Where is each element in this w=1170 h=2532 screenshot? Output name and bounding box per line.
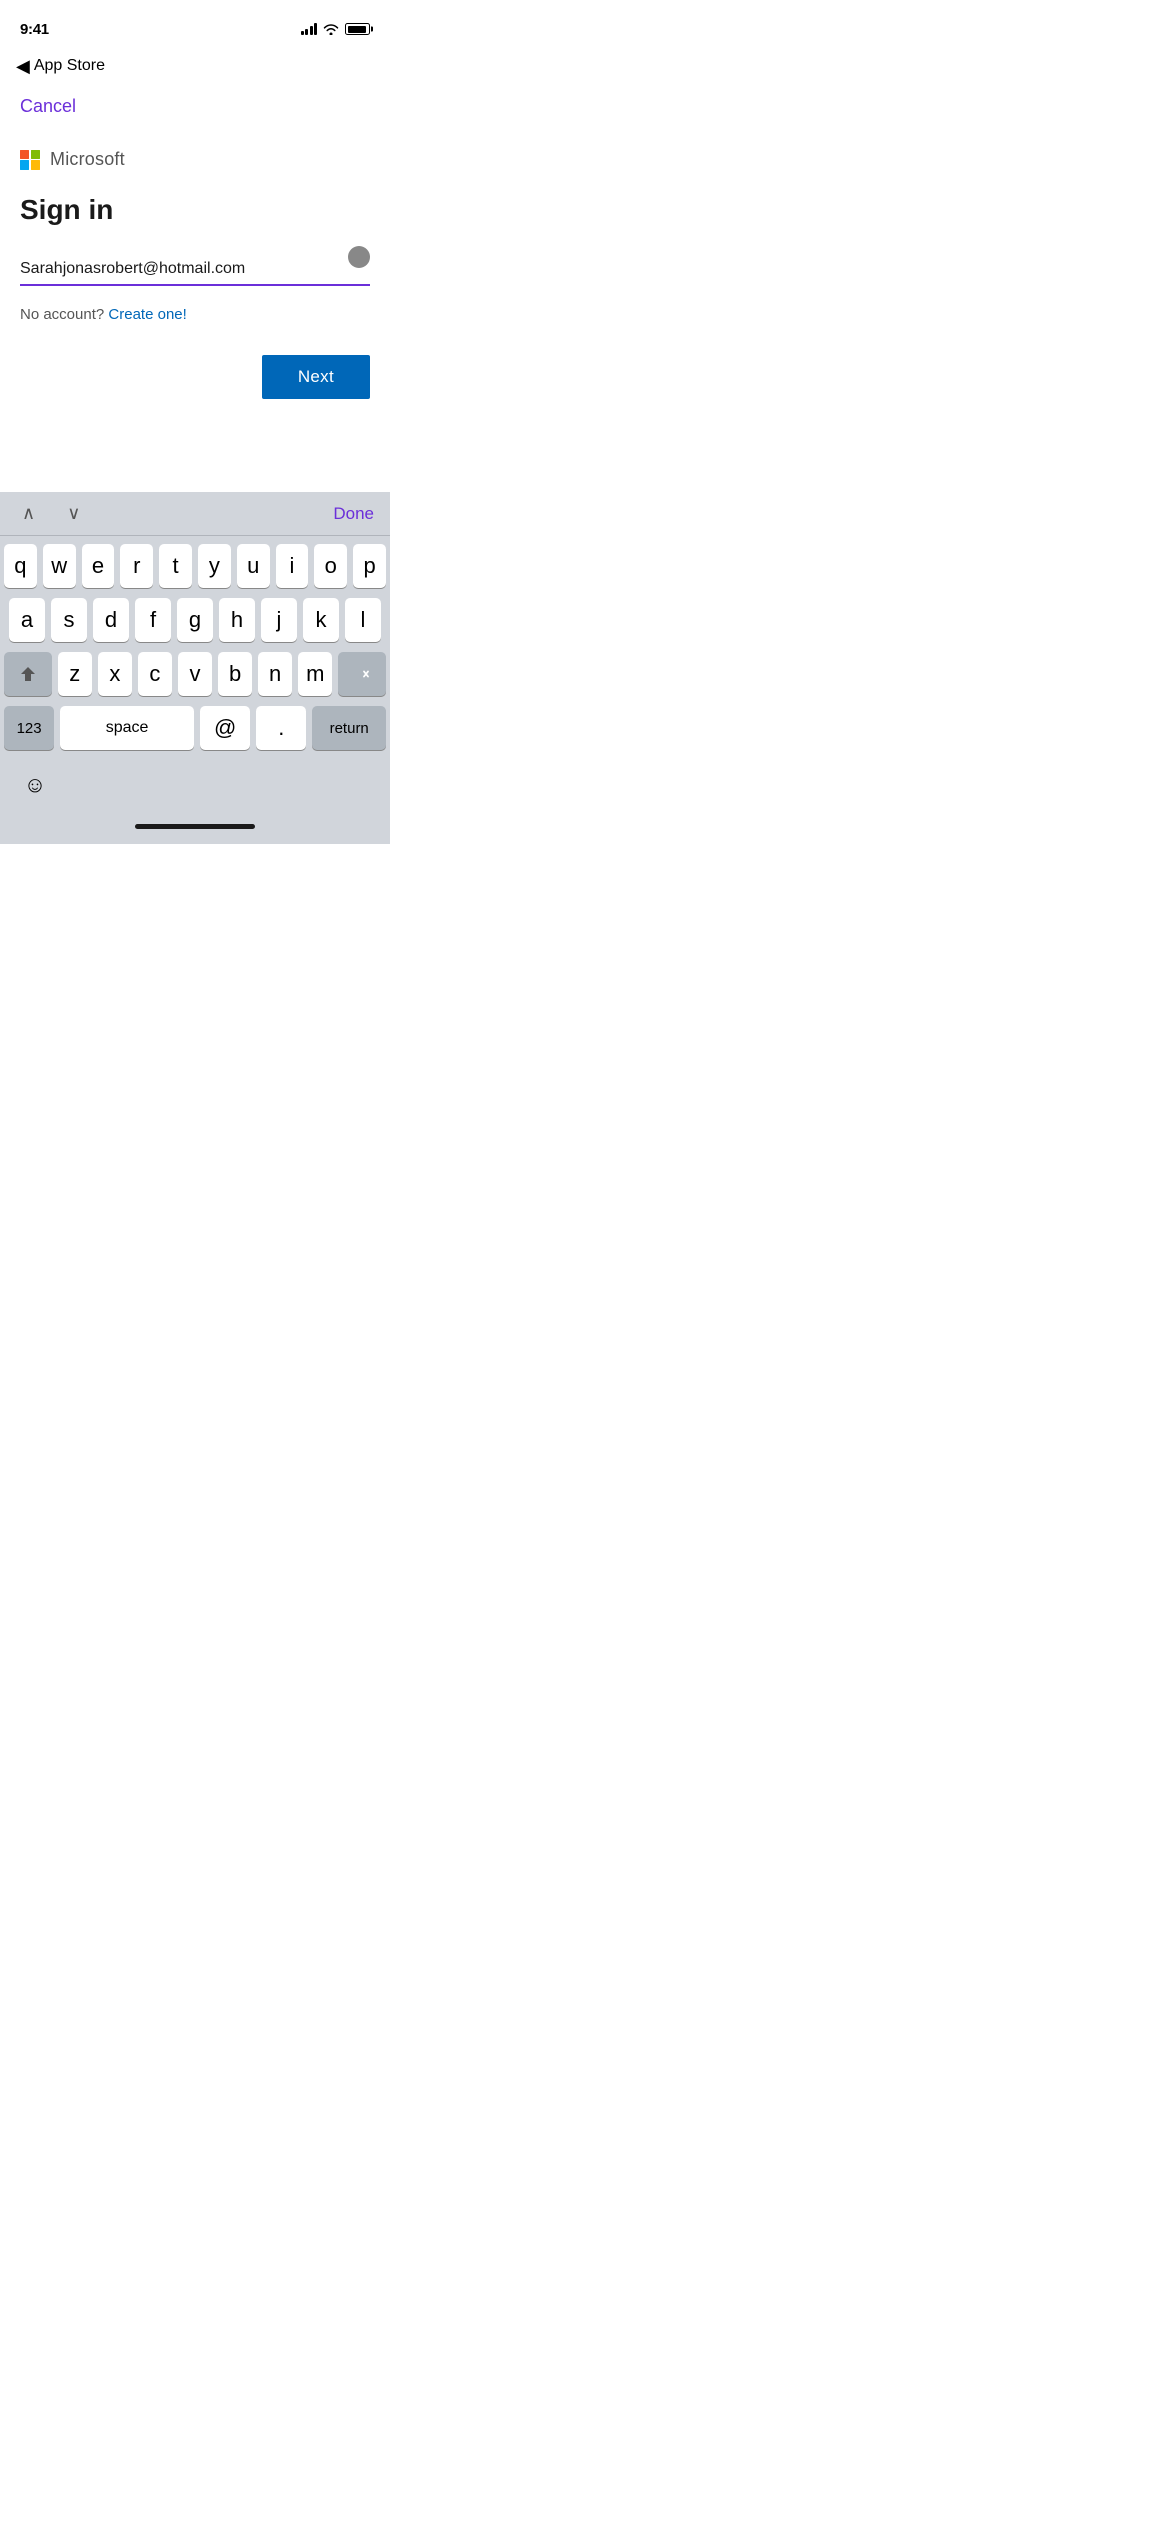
keyboard-row-2: a s d f g h j k l	[4, 598, 386, 642]
key-b[interactable]: b	[218, 652, 252, 696]
keyboard-row-3: z x c v b n m	[4, 652, 386, 696]
key-f[interactable]: f	[135, 598, 171, 642]
back-arrow-icon: ◀	[16, 57, 30, 75]
return-key[interactable]: return	[312, 706, 386, 750]
key-x[interactable]: x	[98, 652, 132, 696]
ms-logo-yellow	[31, 160, 40, 169]
key-z[interactable]: z	[58, 652, 92, 696]
ms-logo-green	[31, 150, 40, 159]
cancel-area: Cancel	[0, 88, 390, 125]
key-o[interactable]: o	[314, 544, 347, 588]
emoji-button[interactable]: ☺	[16, 766, 54, 804]
key-i[interactable]: i	[276, 544, 309, 588]
sign-in-heading: Sign in	[20, 194, 370, 226]
key-s[interactable]: s	[51, 598, 87, 642]
key-k[interactable]: k	[303, 598, 339, 642]
key-c[interactable]: c	[138, 652, 172, 696]
nav-back-label: App Store	[34, 57, 105, 75]
home-bar	[135, 824, 255, 829]
shift-icon	[19, 665, 37, 683]
key-p[interactable]: p	[353, 544, 386, 588]
key-m[interactable]: m	[298, 652, 332, 696]
key-h[interactable]: h	[219, 598, 255, 642]
key-v[interactable]: v	[178, 652, 212, 696]
chevron-up-icon: ∧	[22, 503, 35, 523]
main-content: Microsoft Sign in No account? Create one…	[0, 125, 390, 419]
key-g[interactable]: g	[177, 598, 213, 642]
home-indicator	[4, 812, 386, 840]
delete-key[interactable]	[338, 652, 386, 696]
ms-logo-blue	[20, 160, 29, 169]
signal-icon	[301, 23, 318, 35]
key-t[interactable]: t	[159, 544, 192, 588]
no-account-text: No account? Create one!	[20, 306, 370, 323]
keyboard: q w e r t y u i o p a s d f g h j k l z …	[0, 536, 390, 844]
email-input[interactable]	[20, 254, 370, 286]
key-j[interactable]: j	[261, 598, 297, 642]
email-area	[20, 254, 370, 286]
toolbar-up-button[interactable]: ∧	[16, 499, 41, 528]
wifi-icon	[323, 23, 339, 35]
cancel-button[interactable]: Cancel	[20, 96, 76, 117]
toolbar-down-button[interactable]: ∨	[61, 499, 86, 528]
keyboard-bottom-row: ☺	[4, 760, 386, 812]
key-e[interactable]: e	[82, 544, 115, 588]
toolbar-nav: ∧ ∨	[16, 499, 86, 528]
next-area: Next	[20, 355, 370, 399]
email-dot-indicator	[348, 246, 370, 268]
shift-key[interactable]	[4, 652, 52, 696]
keyboard-toolbar: ∧ ∨ Done	[0, 492, 390, 536]
numbers-key[interactable]: 123	[4, 706, 54, 750]
key-a[interactable]: a	[9, 598, 45, 642]
key-q[interactable]: q	[4, 544, 37, 588]
microsoft-logo-icon	[20, 150, 40, 170]
keyboard-row-1: q w e r t y u i o p	[4, 544, 386, 588]
next-button[interactable]: Next	[262, 355, 370, 399]
status-bar: 9:41	[0, 0, 390, 44]
create-account-link[interactable]: Create one!	[108, 306, 186, 323]
period-key[interactable]: .	[256, 706, 306, 750]
key-w[interactable]: w	[43, 544, 76, 588]
status-time: 9:41	[20, 21, 49, 38]
key-n[interactable]: n	[258, 652, 292, 696]
chevron-down-icon: ∨	[67, 503, 80, 523]
microsoft-name: Microsoft	[50, 149, 125, 170]
nav-bar: ◀ App Store	[0, 44, 390, 88]
nav-back[interactable]: ◀ App Store	[16, 57, 105, 75]
key-l[interactable]: l	[345, 598, 381, 642]
ms-logo-red	[20, 150, 29, 159]
key-u[interactable]: u	[237, 544, 270, 588]
key-d[interactable]: d	[93, 598, 129, 642]
space-key[interactable]: space	[60, 706, 194, 750]
microsoft-logo-area: Microsoft	[20, 149, 370, 170]
at-key[interactable]: @	[200, 706, 250, 750]
delete-icon	[351, 666, 373, 682]
keyboard-row-bottom: 123 space @ . return	[4, 706, 386, 750]
status-icons	[301, 23, 371, 35]
key-r[interactable]: r	[120, 544, 153, 588]
key-y[interactable]: y	[198, 544, 231, 588]
keyboard-done-button[interactable]: Done	[333, 500, 374, 528]
battery-icon	[345, 23, 370, 35]
